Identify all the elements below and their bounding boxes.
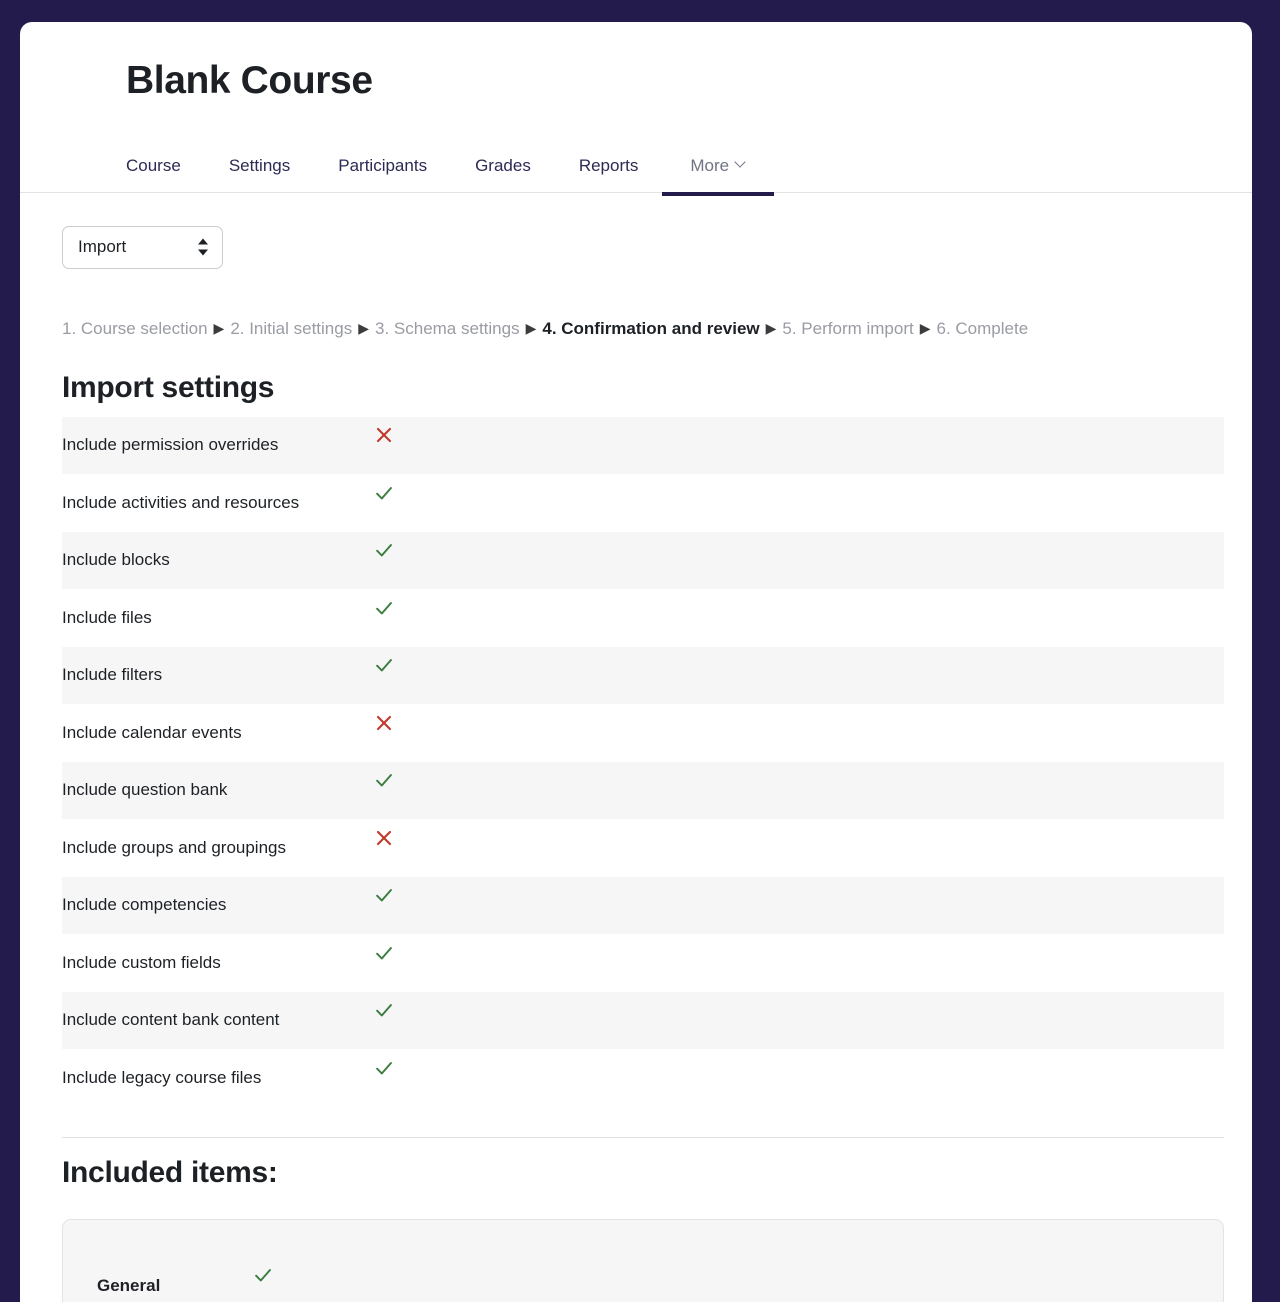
setting-row: Include blocks: [62, 531, 1224, 590]
setting-row: Include content bank content: [62, 991, 1224, 1050]
setting-row: Include question bank: [62, 761, 1224, 820]
breadcrumb-separator-icon: ▶: [213, 319, 225, 336]
tab-label: Reports: [578, 155, 639, 175]
main-content: Import 1. Course selection ▶ 2. Initial se…: [20, 225, 1252, 1302]
check-icon: [373, 539, 395, 561]
setting-row: Include calendar events: [62, 704, 1224, 762]
setting-label: Include activities and resources: [62, 492, 300, 512]
cross-icon: [373, 827, 395, 849]
setting-row: Include filters: [62, 646, 1224, 705]
tab-course[interactable]: Course: [126, 157, 205, 192]
setting-row: Include files: [62, 589, 1224, 647]
breadcrumb: 1. Course selection ▶ 2. Initial settings ▶…: [62, 317, 1224, 341]
setting-label: Include legacy course files: [62, 1067, 262, 1087]
setting-label: Include competencies: [62, 895, 227, 915]
setting-row: Include legacy course files: [62, 1049, 1224, 1107]
chevron-down-icon: [736, 158, 746, 168]
breadcrumb-separator-icon: ▶: [765, 319, 777, 336]
setting-row: Include competencies: [62, 876, 1224, 935]
breadcrumb-step-1: 1. Course selection: [62, 318, 208, 338]
tab-grades[interactable]: Grades: [451, 157, 555, 192]
check-icon: [373, 1057, 395, 1079]
tab-label: Course: [126, 155, 181, 175]
setting-label: Include blocks: [62, 550, 170, 570]
breadcrumb-step-5: 5. Perform import: [782, 318, 914, 338]
tab-settings[interactable]: Settings: [205, 157, 314, 192]
page-card: Blank Course Course Settings Participants G…: [20, 22, 1252, 1302]
breadcrumb-separator-icon: ▶: [358, 319, 369, 336]
page-title: Blank Course: [126, 59, 373, 102]
setting-label: Include permission overrides: [62, 435, 279, 455]
check-icon: [373, 884, 395, 906]
import-settings-title: Import settings: [62, 370, 275, 404]
breadcrumb-step-3: 3. Schema settings: [375, 318, 520, 338]
check-icon: [252, 1264, 274, 1286]
setting-label: Include content bank content: [62, 1010, 280, 1030]
breadcrumb-step-2: 2. Initial settings: [230, 318, 353, 338]
check-icon: [373, 999, 395, 1021]
tab-label: Settings: [228, 155, 291, 175]
setting-row: Include permission overrides: [62, 416, 1224, 475]
course-header: Blank Course: [20, 22, 1252, 103]
setting-label: Include files: [62, 607, 152, 627]
included-section-name: General: [97, 1275, 161, 1295]
setting-row: Include custom fields: [62, 934, 1224, 992]
tab-label: More: [690, 155, 730, 175]
setting-label: Include calendar events: [62, 722, 242, 742]
setting-label: Include filters: [62, 665, 163, 685]
section-divider: [62, 1136, 1224, 1138]
setting-row: Include activities and resources: [62, 474, 1224, 532]
setting-label: Include groups and groupings: [62, 837, 286, 857]
breadcrumb-separator-icon: ▶: [525, 319, 537, 336]
check-icon: [373, 482, 395, 504]
cross-icon: [373, 712, 395, 734]
import-action-select-value: Import: [78, 237, 127, 257]
import-settings-list: Include permission overrides Include acti…: [62, 416, 1224, 1107]
setting-row: Include groups and groupings: [62, 819, 1224, 877]
tab-label: Participants: [338, 155, 428, 175]
check-icon: [373, 942, 395, 964]
check-icon: [373, 597, 395, 619]
tab-participants[interactable]: Participants: [314, 157, 451, 192]
included-section-card: General: [62, 1218, 1224, 1302]
tab-label: Grades: [475, 155, 531, 175]
breadcrumb-step-4: 4. Confirmation and review: [542, 318, 760, 338]
check-icon: [373, 769, 395, 791]
import-action-select-wrap: Import: [62, 225, 223, 269]
breadcrumb-separator-icon: ▶: [919, 319, 931, 336]
setting-label: Include question bank: [62, 780, 228, 800]
setting-label: Include custom fields: [62, 952, 221, 972]
course-nav-tabs: Course Settings Participants Grades Reports M…: [20, 137, 1252, 196]
breadcrumb-step-6: 6. Complete: [936, 318, 1029, 338]
check-icon: [373, 654, 395, 676]
import-action-select[interactable]: Import: [62, 225, 223, 269]
cross-icon: [373, 424, 395, 446]
included-items-title: Included items:: [62, 1155, 278, 1189]
tab-more[interactable]: More: [662, 155, 774, 196]
tab-reports[interactable]: Reports: [555, 157, 663, 192]
